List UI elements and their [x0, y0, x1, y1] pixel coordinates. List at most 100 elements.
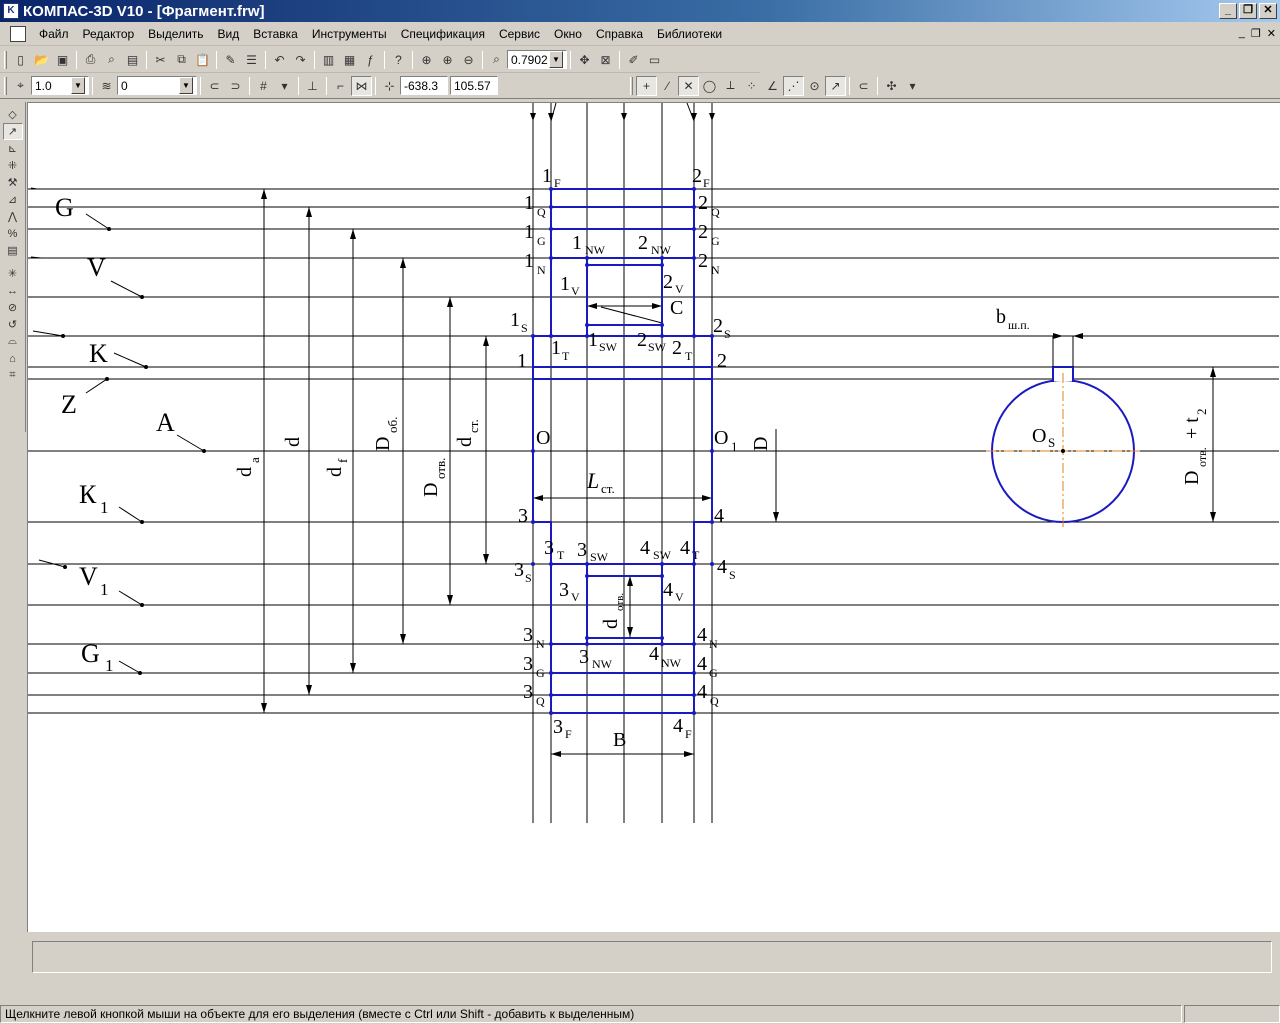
designations-icon[interactable]: ⚒ — [3, 174, 23, 191]
properties-icon[interactable]: ✎ — [220, 50, 241, 70]
snap-normal-icon[interactable]: ⟂ — [720, 76, 741, 96]
cursor-step-icon[interactable]: ⌖ — [10, 76, 31, 96]
magnet-icon[interactable]: ⊂ — [853, 76, 874, 96]
coord-x-field[interactable]: -638.3 — [400, 76, 448, 95]
chevron-down-icon[interactable]: ▼ — [549, 51, 563, 68]
doc-restore-button[interactable]: ❐ — [1251, 27, 1261, 40]
pan-icon[interactable]: ✥ — [574, 50, 595, 70]
open-icon[interactable]: 📂 — [31, 50, 52, 70]
snap-align-icon[interactable]: ∠ — [762, 76, 783, 96]
hub-1q: 1 — [524, 192, 534, 214]
tree-icon[interactable]: ▥ — [318, 50, 339, 70]
snap-magnet-icon[interactable]: ⊂ — [204, 76, 225, 96]
layer-field[interactable]: 0 ▼ — [117, 76, 197, 95]
snap-middle-icon[interactable]: ⋰ — [783, 75, 804, 96]
menu-service[interactable]: Сервис — [492, 27, 547, 41]
standard-toolbar: ▯ 📂 ▣ ⎙ ⌕ ▤ ✂ ⧉ 📋 ✎ ☰ ↶ ↷ ▥ ▦ ƒ ? ⊕ ⊕ ⊖ … — [0, 47, 760, 73]
label-k1-sub: 1 — [100, 498, 109, 517]
step-field[interactable]: 1.0 ▼ — [31, 76, 89, 95]
restore-button[interactable]: ❐ — [1239, 3, 1257, 19]
ortho-icon[interactable]: ⌐ — [330, 76, 351, 96]
snap-angle-icon[interactable]: ∕ — [657, 76, 678, 96]
preview-icon[interactable]: ▤ — [122, 50, 143, 70]
snap-center-icon[interactable]: ⊙ — [804, 76, 825, 96]
bore-t-sub: 2 — [1194, 409, 1209, 416]
measure-icon[interactable]: ⊿ — [3, 191, 23, 208]
aux-line-icon[interactable]: ↔ — [3, 282, 23, 299]
zoom-icon[interactable]: ⊕ — [437, 50, 458, 70]
menu-view[interactable]: Вид — [211, 27, 247, 41]
snap-grid-icon[interactable]: ⁘ — [741, 76, 762, 96]
chevron-down-icon[interactable]: ▼ — [179, 77, 193, 94]
undo-icon[interactable]: ↶ — [269, 50, 290, 70]
menu-file[interactable]: Файл — [32, 27, 76, 41]
menu-specification[interactable]: Спецификация — [394, 27, 492, 41]
grid-icon[interactable]: # — [253, 76, 274, 96]
chevron-down-icon[interactable]: ▾ — [902, 76, 923, 96]
local-cs-icon[interactable]: ⊥ — [302, 76, 323, 96]
zoom-value: 0.7902 — [511, 52, 548, 67]
help-icon[interactable]: ? — [388, 50, 409, 70]
polyline-icon[interactable]: ⌂ — [3, 350, 23, 367]
cut-icon[interactable]: ✂ — [150, 50, 171, 70]
circle-icon[interactable]: ↺ — [3, 316, 23, 333]
geometry-icon[interactable]: ◇ — [3, 106, 23, 123]
bore-t: + t — [1181, 417, 1203, 439]
doc-close-button[interactable]: ✕ — [1267, 27, 1276, 40]
property-field[interactable] — [32, 941, 1272, 973]
hatch-icon[interactable]: ⌗ — [3, 367, 23, 384]
snap-intersection-icon[interactable]: ✕ — [678, 75, 699, 96]
arc-icon[interactable]: ⌓ — [3, 333, 23, 350]
library-icon[interactable]: ▦ — [339, 50, 360, 70]
segment-icon[interactable]: ⊘ — [3, 299, 23, 316]
more-snaps-icon[interactable]: ✣ — [881, 76, 902, 96]
drawing-canvas[interactable]: G V K Z A К 1 V 1 G 1 d a d d f D об. D … — [27, 102, 1280, 932]
zoom-scale-icon[interactable]: ⌕ — [486, 50, 507, 70]
variables-icon[interactable]: ƒ — [360, 50, 381, 70]
snap-settings-icon[interactable]: ⊃ — [225, 76, 246, 96]
show-all-icon[interactable]: ⊠ — [595, 50, 616, 70]
redraw-icon[interactable]: ✐ — [623, 50, 644, 70]
document-icon[interactable] — [10, 25, 26, 42]
coord-y-field[interactable]: 105.57 — [450, 76, 498, 95]
snap-point-icon[interactable]: ↗ — [825, 75, 846, 96]
zoom-out-icon[interactable]: ⊖ — [458, 50, 479, 70]
copy-icon[interactable]: ⧉ — [171, 50, 192, 70]
parametrize-icon[interactable]: ⊾ — [3, 140, 23, 157]
menu-help[interactable]: Справка — [589, 27, 650, 41]
dimensions-icon[interactable]: ⁜ — [3, 157, 23, 174]
snap-tangent-icon[interactable]: ◯ — [699, 76, 720, 96]
chevron-down-icon[interactable]: ▾ — [274, 76, 295, 96]
menu-libraries[interactable]: Библиотеки — [650, 27, 729, 41]
minimize-button[interactable]: _ — [1219, 3, 1237, 19]
menu-insert[interactable]: Вставка — [246, 27, 305, 41]
edit-icon[interactable]: ↗ — [2, 123, 23, 140]
menu-tools[interactable]: Инструменты — [305, 27, 394, 41]
close-button[interactable]: ✕ — [1259, 3, 1277, 19]
doc-minimize-button[interactable]: _ — [1239, 27, 1245, 40]
menu-window[interactable]: Окно — [547, 27, 589, 41]
paste-icon[interactable]: 📋 — [192, 50, 213, 70]
zoom-field[interactable]: 0.7902 ▼ — [507, 50, 567, 69]
print-preview-icon[interactable]: ⌕ — [101, 50, 122, 70]
hub-2s: 2 — [713, 315, 723, 337]
manager-icon[interactable]: ☰ — [241, 50, 262, 70]
reports-icon[interactable]: ▤ — [3, 242, 23, 259]
new-document-icon[interactable]: ▯ — [10, 50, 31, 70]
chevron-down-icon[interactable]: ▼ — [71, 77, 85, 94]
menu-select[interactable]: Выделить — [141, 27, 210, 41]
spec-icon[interactable]: % — [3, 225, 23, 242]
zoom-in-icon[interactable]: ⊕ — [416, 50, 437, 70]
point-icon[interactable]: ✳ — [3, 265, 23, 282]
display-icon[interactable]: ▭ — [644, 50, 665, 70]
menu-edit[interactable]: Редактор — [76, 27, 142, 41]
redo-icon[interactable]: ↷ — [290, 50, 311, 70]
select-icon[interactable]: ⋀ — [3, 208, 23, 225]
snap-toggle-icon[interactable]: ⋈ — [351, 75, 372, 96]
snap-nearest-icon[interactable]: + — [636, 75, 657, 96]
hub-2f-sub: F — [703, 176, 710, 190]
print-icon[interactable]: ⎙ — [80, 50, 101, 70]
save-icon[interactable]: ▣ — [52, 50, 73, 70]
hub-3s: 3 — [514, 559, 524, 581]
layer-icon[interactable]: ≋ — [96, 76, 117, 96]
